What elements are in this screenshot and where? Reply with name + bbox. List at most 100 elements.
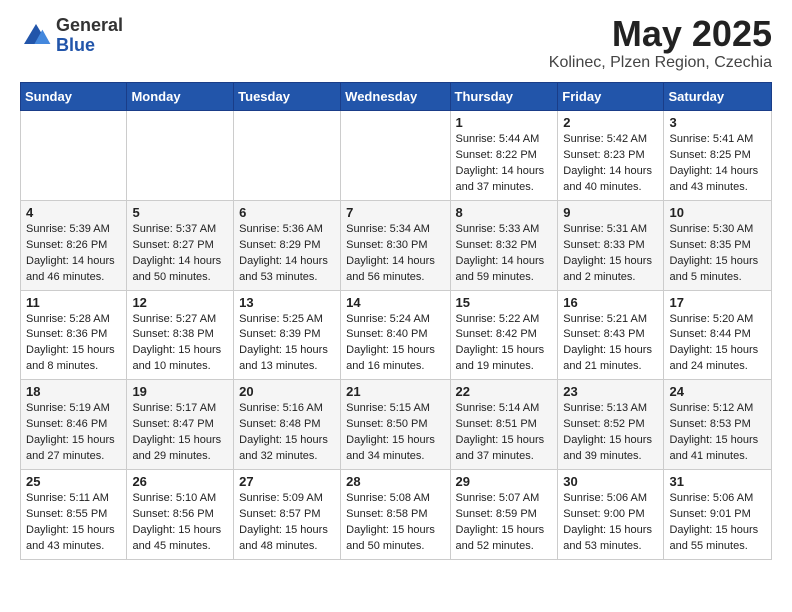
calendar-cell: 2Sunrise: 5:42 AMSunset: 8:23 PMDaylight… xyxy=(558,111,664,201)
calendar-cell: 6 Sunrise: 5:36 AMSunset: 8:29 PMDaylight… xyxy=(234,200,341,290)
calendar-cell: 4Sunrise: 5:39 AMSunset: 8:26 PMDaylight… xyxy=(21,200,127,290)
weekday-tuesday: Tuesday xyxy=(234,83,341,111)
calendar-cell: 16 Sunrise: 5:21 AMSunset: 8:43 PMDayligh… xyxy=(558,290,664,380)
calendar-cell xyxy=(234,111,341,201)
calendar-cell: 24 Sunrise: 5:12 AMSunset: 8:53 PMDayligh… xyxy=(664,380,772,470)
day-info: Sunrise: 5:25 AMSunset: 8:39 PMDaylight:… xyxy=(239,312,335,376)
calendar-cell: 9Sunrise: 5:31 AMSunset: 8:33 PMDaylight… xyxy=(558,200,664,290)
day-info: Sunrise: 5:30 AMSunset: 8:35 PMDaylight:… xyxy=(669,222,766,286)
day-info: Sunrise: 5:39 AMSunset: 8:26 PMDaylight:… xyxy=(26,222,121,286)
day-number: 2 xyxy=(563,115,658,130)
day-number: 3 xyxy=(669,115,766,130)
header: General Blue May 2025 Kolinec, Plzen Reg… xyxy=(20,16,772,72)
day-info: Sunrise: 5:12 AMSunset: 8:53 PMDaylight:… xyxy=(669,401,766,465)
calendar-cell: 14Sunrise: 5:24 AMSunset: 8:40 PMDayligh… xyxy=(341,290,450,380)
day-info: Sunrise: 5:20 AMSunset: 8:44 PMDaylight:… xyxy=(669,312,766,376)
calendar-cell xyxy=(21,111,127,201)
day-info: Sunrise: 5:13 AMSunset: 8:52 PMDaylight:… xyxy=(563,401,658,465)
day-number: 24 xyxy=(669,384,766,399)
calendar-cell: 1 Sunrise: 5:44 AMSunset: 8:22 PMDaylight… xyxy=(450,111,558,201)
day-number: 13 xyxy=(239,295,335,310)
day-info: Sunrise: 5:37 AMSunset: 8:27 PMDaylight:… xyxy=(132,222,228,286)
day-info: Sunrise: 5:06 AMSunset: 9:00 PMDaylight:… xyxy=(563,491,658,555)
day-info: Sunrise: 5:34 AMSunset: 8:30 PMDaylight:… xyxy=(346,222,444,286)
calendar-cell xyxy=(341,111,450,201)
day-number: 17 xyxy=(669,295,766,310)
day-info: Sunrise: 5:15 AMSunset: 8:50 PMDaylight:… xyxy=(346,401,444,465)
day-number: 27 xyxy=(239,474,335,489)
day-number: 22 xyxy=(456,384,553,399)
day-info: Sunrise: 5:27 AMSunset: 8:38 PMDaylight:… xyxy=(132,312,228,376)
day-info: Sunrise: 5:09 AMSunset: 8:57 PMDaylight:… xyxy=(239,491,335,555)
day-info: Sunrise: 5:44 AMSunset: 8:22 PMDaylight:… xyxy=(456,132,553,196)
day-number: 30 xyxy=(563,474,658,489)
day-number: 12 xyxy=(132,295,228,310)
weekday-sunday: Sunday xyxy=(21,83,127,111)
title-block: May 2025 Kolinec, Plzen Region, Czechia xyxy=(549,16,772,72)
day-number: 8 xyxy=(456,205,553,220)
day-number: 20 xyxy=(239,384,335,399)
page: General Blue May 2025 Kolinec, Plzen Reg… xyxy=(0,0,792,576)
day-info: Sunrise: 5:10 AMSunset: 8:56 PMDaylight:… xyxy=(132,491,228,555)
logo-general: General xyxy=(56,16,123,36)
calendar-cell: 15 Sunrise: 5:22 AMSunset: 8:42 PMDayligh… xyxy=(450,290,558,380)
day-number: 21 xyxy=(346,384,444,399)
day-info: Sunrise: 5:11 AMSunset: 8:55 PMDaylight:… xyxy=(26,491,121,555)
day-info: Sunrise: 5:33 AMSunset: 8:32 PMDaylight:… xyxy=(456,222,553,286)
day-number: 7 xyxy=(346,205,444,220)
day-info: Sunrise: 5:16 AMSunset: 8:48 PMDaylight:… xyxy=(239,401,335,465)
day-info: Sunrise: 5:17 AMSunset: 8:47 PMDaylight:… xyxy=(132,401,228,465)
calendar-cell: 13 Sunrise: 5:25 AMSunset: 8:39 PMDayligh… xyxy=(234,290,341,380)
day-info: Sunrise: 5:08 AMSunset: 8:58 PMDaylight:… xyxy=(346,491,444,555)
day-info: Sunrise: 5:22 AMSunset: 8:42 PMDaylight:… xyxy=(456,312,553,376)
day-info: Sunrise: 5:06 AMSunset: 9:01 PMDaylight:… xyxy=(669,491,766,555)
calendar-cell: 11 Sunrise: 5:28 AMSunset: 8:36 PMDayligh… xyxy=(21,290,127,380)
calendar-cell: 20 Sunrise: 5:16 AMSunset: 8:48 PMDayligh… xyxy=(234,380,341,470)
day-number: 23 xyxy=(563,384,658,399)
calendar-cell: 26 Sunrise: 5:10 AMSunset: 8:56 PMDayligh… xyxy=(127,470,234,560)
week-row-4: 25 Sunrise: 5:11 AMSunset: 8:55 PMDayligh… xyxy=(21,470,772,560)
calendar-cell: 27 Sunrise: 5:09 AMSunset: 8:57 PMDayligh… xyxy=(234,470,341,560)
day-number: 16 xyxy=(563,295,658,310)
day-info: Sunrise: 5:14 AMSunset: 8:51 PMDaylight:… xyxy=(456,401,553,465)
weekday-monday: Monday xyxy=(127,83,234,111)
logo-blue: Blue xyxy=(56,36,123,56)
calendar-cell: 7 Sunrise: 5:34 AMSunset: 8:30 PMDaylight… xyxy=(341,200,450,290)
calendar-cell: 21 Sunrise: 5:15 AMSunset: 8:50 PMDayligh… xyxy=(341,380,450,470)
day-number: 6 xyxy=(239,205,335,220)
day-info: Sunrise: 5:41 AMSunset: 8:25 PMDaylight:… xyxy=(669,132,766,196)
day-number: 29 xyxy=(456,474,553,489)
week-row-3: 18Sunrise: 5:19 AMSunset: 8:46 PMDayligh… xyxy=(21,380,772,470)
weekday-saturday: Saturday xyxy=(664,83,772,111)
week-row-0: 1 Sunrise: 5:44 AMSunset: 8:22 PMDaylight… xyxy=(21,111,772,201)
calendar-cell: 3 Sunrise: 5:41 AMSunset: 8:25 PMDaylight… xyxy=(664,111,772,201)
location: Kolinec, Plzen Region, Czechia xyxy=(549,54,772,72)
day-number: 25 xyxy=(26,474,121,489)
day-number: 11 xyxy=(26,295,121,310)
calendar-cell: 29Sunrise: 5:07 AMSunset: 8:59 PMDayligh… xyxy=(450,470,558,560)
calendar-cell: 31 Sunrise: 5:06 AMSunset: 9:01 PMDayligh… xyxy=(664,470,772,560)
logo-text: General Blue xyxy=(56,16,123,56)
calendar-cell: 23 Sunrise: 5:13 AMSunset: 8:52 PMDayligh… xyxy=(558,380,664,470)
day-info: Sunrise: 5:31 AMSunset: 8:33 PMDaylight:… xyxy=(563,222,658,286)
calendar-cell: 8 Sunrise: 5:33 AMSunset: 8:32 PMDaylight… xyxy=(450,200,558,290)
month-title: May 2025 xyxy=(549,16,772,52)
day-number: 28 xyxy=(346,474,444,489)
day-number: 1 xyxy=(456,115,553,130)
day-info: Sunrise: 5:19 AMSunset: 8:46 PMDaylight:… xyxy=(26,401,121,465)
day-info: Sunrise: 5:36 AMSunset: 8:29 PMDaylight:… xyxy=(239,222,335,286)
calendar-cell: 19 Sunrise: 5:17 AMSunset: 8:47 PMDayligh… xyxy=(127,380,234,470)
day-number: 19 xyxy=(132,384,228,399)
calendar-cell xyxy=(127,111,234,201)
day-info: Sunrise: 5:28 AMSunset: 8:36 PMDaylight:… xyxy=(26,312,121,376)
day-info: Sunrise: 5:21 AMSunset: 8:43 PMDaylight:… xyxy=(563,312,658,376)
calendar-cell: 10Sunrise: 5:30 AMSunset: 8:35 PMDayligh… xyxy=(664,200,772,290)
day-number: 31 xyxy=(669,474,766,489)
day-number: 15 xyxy=(456,295,553,310)
calendar-table: SundayMondayTuesdayWednesdayThursdayFrid… xyxy=(20,82,772,560)
calendar-cell: 5Sunrise: 5:37 AMSunset: 8:27 PMDaylight… xyxy=(127,200,234,290)
weekday-header-row: SundayMondayTuesdayWednesdayThursdayFrid… xyxy=(21,83,772,111)
calendar-cell: 12 Sunrise: 5:27 AMSunset: 8:38 PMDayligh… xyxy=(127,290,234,380)
calendar-cell: 17 Sunrise: 5:20 AMSunset: 8:44 PMDayligh… xyxy=(664,290,772,380)
day-number: 26 xyxy=(132,474,228,489)
